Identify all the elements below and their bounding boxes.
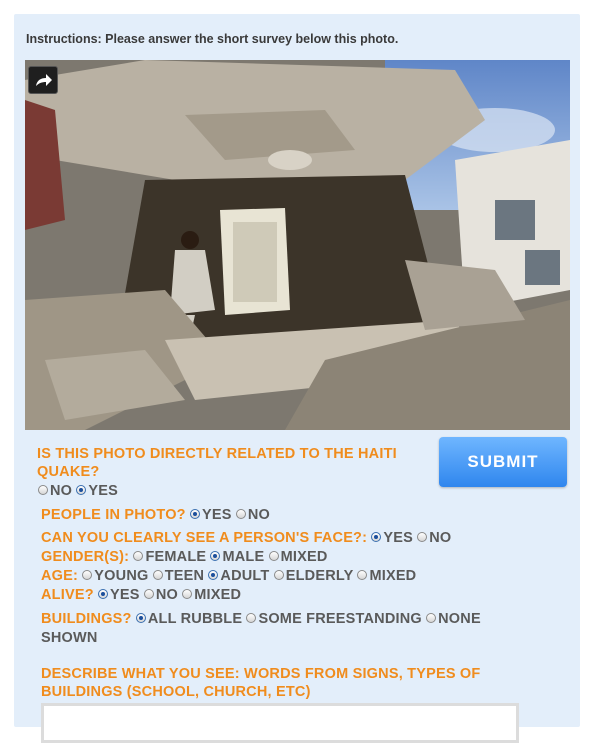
buildings-none-label: NONE: [438, 611, 481, 627]
radio-people-no[interactable]: [235, 509, 246, 519]
radio-age-mixed[interactable]: [357, 570, 368, 580]
radio-gender-mixed[interactable]: [268, 551, 279, 561]
question-face-label: CAN YOU CLEARLY SEE A PERSON'S FACE?:: [41, 530, 368, 546]
related-no-label: NO: [50, 483, 73, 499]
age-young-label: YOUNG: [94, 568, 149, 584]
question-related-line1: IS THIS PHOTO DIRECTLY RELATED TO THE HA…: [37, 446, 397, 462]
question-buildings-label: BUILDINGS?: [41, 611, 132, 627]
radio-gender-male[interactable]: [210, 551, 221, 561]
radio-alive-mixed[interactable]: [182, 589, 193, 599]
question-alive-label: ALIVE?: [41, 587, 94, 603]
question-buildings: BUILDINGS? ALL RUBBLE SOME FREESTANDING …: [41, 611, 481, 627]
related-yes-label: YES: [88, 483, 119, 499]
radio-face-no[interactable]: [417, 532, 428, 542]
buildings-none-continuation: SHOWN: [41, 630, 98, 646]
question-face: CAN YOU CLEARLY SEE A PERSON'S FACE?: YE…: [41, 530, 451, 546]
age-adult-label: ADULT: [220, 568, 270, 584]
people-no-label: NO: [247, 507, 270, 523]
radio-gender-female[interactable]: [133, 551, 144, 561]
question-related-line2: QUAKE?: [37, 464, 100, 480]
age-elderly-label: ELDERLY: [285, 568, 354, 584]
describe-textarea[interactable]: [41, 703, 519, 743]
radio-age-adult[interactable]: [208, 570, 219, 580]
question-describe-line1: DESCRIBE WHAT YOU SEE: WORDS FROM SIGNS,…: [41, 666, 481, 682]
radio-related-no[interactable]: [38, 485, 48, 495]
face-no-label: NO: [429, 530, 452, 546]
radio-age-teen[interactable]: [152, 570, 163, 580]
radio-buildings-none[interactable]: [426, 613, 437, 623]
radio-related-yes[interactable]: [76, 485, 87, 495]
alive-no-label: NO: [155, 587, 179, 603]
radio-buildings-some-freestanding[interactable]: [246, 613, 257, 623]
gender-male-label: MALE: [222, 549, 265, 565]
question-age-label: AGE:: [41, 568, 79, 584]
question-gender: GENDER(S): FEMALE MALE MIXED: [41, 549, 328, 565]
submit-button[interactable]: SUBMIT: [439, 437, 567, 487]
radio-alive-yes[interactable]: [98, 589, 108, 599]
people-yes-label: YES: [201, 507, 232, 523]
radio-face-yes[interactable]: [371, 532, 382, 542]
radio-age-elderly[interactable]: [273, 570, 284, 580]
question-people: PEOPLE IN PHOTO? YES NO: [41, 507, 270, 523]
gender-mixed-label: MIXED: [280, 549, 328, 565]
age-mixed-label: MIXED: [369, 568, 417, 584]
instructions-text: Instructions: Please answer the short su…: [26, 32, 399, 46]
radio-age-young[interactable]: [82, 570, 93, 580]
share-arrow-icon[interactable]: [28, 66, 58, 94]
survey-photo: [25, 60, 570, 430]
radio-buildings-all-rubble[interactable]: [135, 613, 146, 623]
radio-alive-no[interactable]: [143, 589, 154, 599]
face-yes-label: YES: [383, 530, 414, 546]
related-options: NO YES: [38, 483, 118, 499]
question-people-label: PEOPLE IN PHOTO?: [41, 507, 186, 523]
alive-yes-label: YES: [110, 587, 140, 603]
alive-mixed-label: MIXED: [194, 587, 242, 603]
radio-people-yes[interactable]: [189, 509, 200, 519]
question-gender-label: GENDER(S):: [41, 549, 130, 565]
buildings-all-rubble-label: ALL RUBBLE: [147, 611, 243, 627]
gender-female-label: FEMALE: [145, 549, 207, 565]
question-describe-line2: BUILDINGS (SCHOOL, CHURCH, ETC): [41, 684, 311, 700]
age-teen-label: TEEN: [164, 568, 205, 584]
question-age: AGE: YOUNG TEEN ADULT ELDERLY MIXED: [41, 568, 416, 584]
question-alive: ALIVE? YES NO MIXED: [41, 587, 241, 603]
buildings-some-freestanding-label: SOME FREESTANDING: [258, 611, 422, 627]
